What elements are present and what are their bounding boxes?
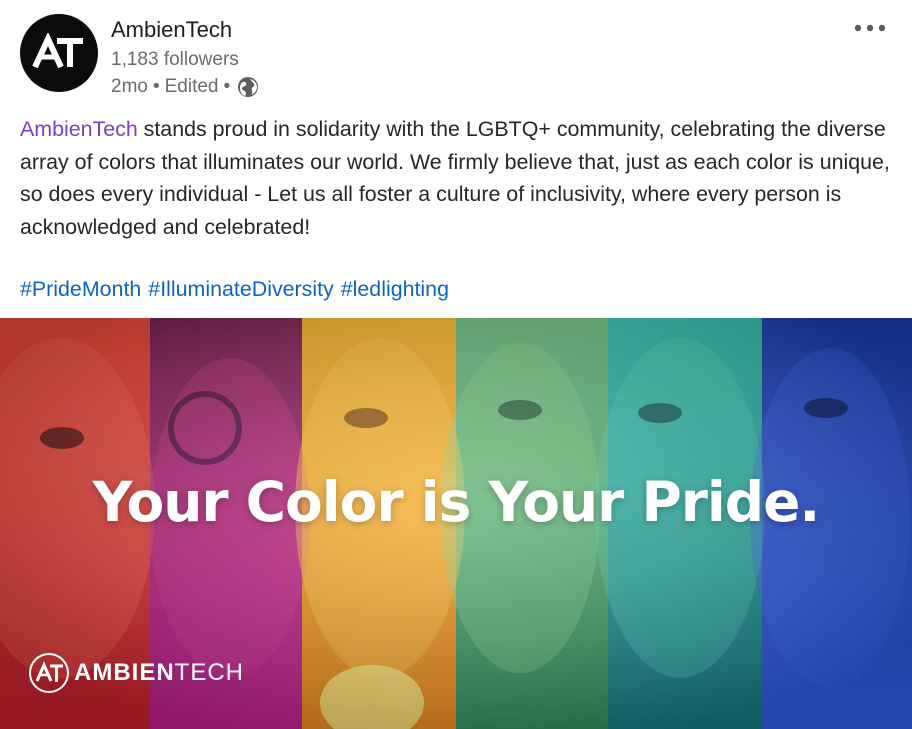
post-time: 2mo — [111, 76, 148, 97]
hashtag-pridemonth[interactable]: #PrideMonth — [20, 273, 141, 305]
image-brand-logo: AMBIENTECH — [28, 652, 244, 694]
globe-icon — [237, 76, 259, 98]
more-options-button[interactable] — [850, 16, 890, 40]
hashtag-list: #PrideMonth #IlluminateDiversity #ledlig… — [20, 273, 449, 305]
company-name[interactable]: AmbienTech — [111, 17, 232, 43]
post-body-text: AmbienTech stands proud in solidarity wi… — [20, 113, 892, 243]
post-meta: 2mo • Edited • — [111, 76, 259, 98]
post-image[interactable]: Your Color is Your Pride. AMBIENTECH — [0, 318, 912, 729]
image-brand-text: AMBIENTECH — [74, 659, 244, 687]
brand-bold-text: AMBIEN — [74, 659, 175, 686]
follower-count: 1,183 followers — [111, 49, 239, 70]
company-mention-link[interactable]: AmbienTech — [20, 117, 138, 141]
brand-light-text: TECH — [174, 659, 245, 686]
ambientech-circle-logo-icon — [29, 653, 69, 693]
ambientech-logo-icon — [32, 33, 83, 69]
post-body-content: stands proud in solidarity with the LGBT… — [20, 117, 890, 239]
edited-label: Edited — [164, 76, 219, 97]
hashtag-ledlighting[interactable]: #ledlighting — [341, 273, 449, 305]
image-headline: Your Color is Your Pride. — [92, 470, 821, 534]
hashtag-illuminatediversity[interactable]: #IlluminateDiversity — [148, 273, 333, 305]
feed-post: AmbienTech 1,183 followers 2mo • Edited … — [0, 0, 912, 729]
ellipsis-icon — [854, 24, 886, 32]
separator-dot: • — [223, 76, 231, 97]
company-avatar[interactable] — [20, 14, 98, 92]
separator-dot: • — [152, 76, 160, 97]
